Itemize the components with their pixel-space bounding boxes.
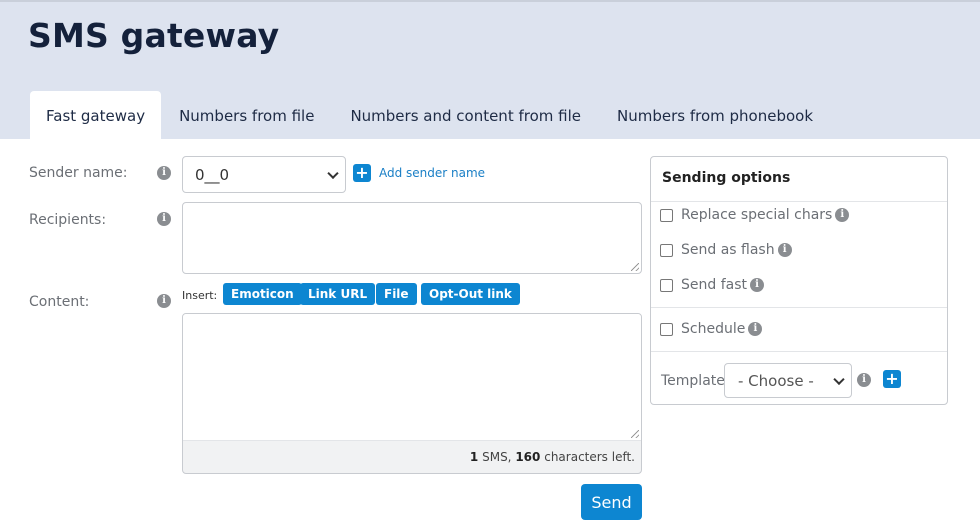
send-fast-info-icon[interactable]: i bbox=[750, 278, 765, 292]
template-label: Template bbox=[661, 373, 725, 389]
template-info-icon[interactable]: i bbox=[857, 373, 871, 387]
tab-fast-gateway[interactable]: Fast gateway bbox=[30, 91, 162, 141]
option-send-as-flash: Send as flash i bbox=[660, 242, 792, 258]
insert-file-button[interactable]: File bbox=[376, 283, 417, 305]
sms-count-text: SMS, bbox=[482, 450, 512, 464]
tab-numbers-from-file[interactable]: Numbers from file bbox=[161, 91, 332, 141]
tab-numbers-and-content-from-file[interactable]: Numbers and content from file bbox=[332, 91, 599, 141]
options-divider bbox=[651, 307, 947, 308]
page-header: SMS gateway Fast gateway Numbers from fi… bbox=[0, 0, 980, 141]
recipients-input[interactable] bbox=[182, 202, 642, 274]
option-send-fast: Send fast i bbox=[660, 277, 765, 293]
add-sender-plus-icon[interactable]: + bbox=[353, 164, 371, 182]
sending-options-panel: Sending options Replace special chars i … bbox=[650, 156, 948, 405]
chars-left-text: characters left. bbox=[544, 450, 635, 464]
send-button[interactable]: Send bbox=[581, 484, 642, 520]
option-replace-special-chars: Replace special chars i bbox=[660, 207, 850, 223]
option-schedule: Schedule i bbox=[660, 321, 763, 337]
tab-numbers-from-phonebook[interactable]: Numbers from phonebook bbox=[599, 91, 831, 141]
insert-label: Insert: bbox=[182, 289, 218, 302]
content-input[interactable] bbox=[183, 314, 641, 441]
chevron-down-icon bbox=[833, 373, 845, 385]
schedule-info-icon[interactable]: i bbox=[748, 322, 763, 336]
sender-name-select[interactable]: 0__0 bbox=[182, 156, 346, 193]
sending-options-title: Sending options bbox=[662, 170, 791, 186]
option-label: Replace special chars bbox=[681, 207, 833, 223]
sender-name-value: 0__0 bbox=[195, 165, 230, 184]
schedule-checkbox[interactable] bbox=[660, 322, 673, 336]
chars-left-count: 160 bbox=[515, 450, 541, 464]
options-divider bbox=[651, 351, 947, 352]
replace-special-chars-info-icon[interactable]: i bbox=[835, 208, 850, 222]
sender-name-label: Sender name: bbox=[29, 165, 128, 181]
option-label: Send fast bbox=[681, 277, 748, 293]
resize-handle-icon[interactable] bbox=[631, 263, 639, 271]
chevron-down-icon bbox=[327, 167, 339, 179]
recipients-info-icon[interactable]: i bbox=[157, 212, 171, 226]
send-as-flash-info-icon[interactable]: i bbox=[777, 243, 792, 257]
content-label: Content: bbox=[29, 294, 90, 310]
option-label: Send as flash bbox=[681, 242, 775, 258]
insert-emoticon-button[interactable]: Emoticon bbox=[223, 283, 302, 305]
content-info-icon[interactable]: i bbox=[157, 294, 171, 308]
panel-header: Sending options bbox=[651, 157, 947, 202]
replace-special-chars-checkbox[interactable] bbox=[660, 208, 673, 222]
add-sender-name-link[interactable]: Add sender name bbox=[379, 166, 485, 180]
template-select[interactable]: - Choose - bbox=[724, 363, 852, 398]
tab-bar: Fast gateway Numbers from file Numbers a… bbox=[30, 91, 831, 141]
recipients-label: Recipients: bbox=[29, 212, 107, 228]
send-fast-checkbox[interactable] bbox=[660, 278, 673, 292]
sms-count: 1 bbox=[469, 450, 479, 464]
sender-info-icon[interactable]: i bbox=[157, 166, 171, 180]
character-counter: 1 SMS, 160 characters left. bbox=[470, 450, 635, 464]
content-field-wrapper: 1 SMS, 160 characters left. bbox=[182, 313, 642, 474]
insert-opt-out-link-button[interactable]: Opt-Out link bbox=[421, 283, 520, 305]
option-label: Schedule bbox=[681, 321, 746, 337]
template-value: - Choose - bbox=[738, 371, 814, 390]
add-template-plus-icon[interactable]: + bbox=[883, 370, 901, 388]
send-as-flash-checkbox[interactable] bbox=[660, 243, 673, 257]
page-title: SMS gateway bbox=[28, 16, 280, 55]
resize-handle-icon[interactable] bbox=[631, 430, 639, 438]
insert-link-url-button[interactable]: Link URL bbox=[300, 283, 376, 305]
